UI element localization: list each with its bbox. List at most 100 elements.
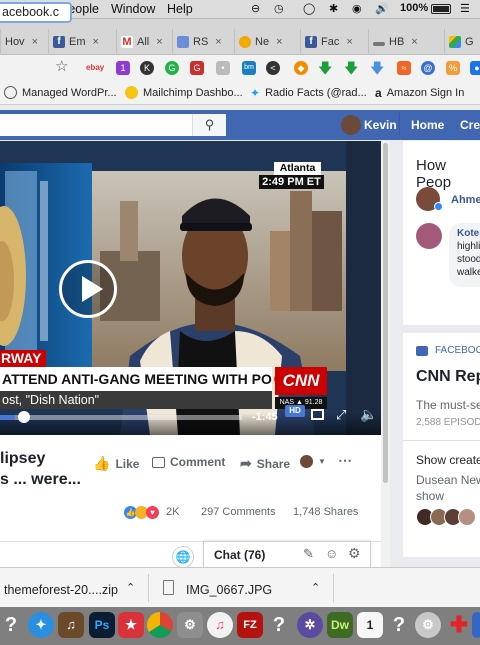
extension-icon[interactable]: K bbox=[140, 61, 154, 75]
scrollbar-thumb[interactable] bbox=[383, 143, 388, 483]
close-icon[interactable]: × bbox=[411, 36, 417, 48]
shares-count[interactable]: 1,748 Shares bbox=[293, 506, 358, 518]
chat-tab[interactable]: Chat (76) ✎ ☺ ⚙ bbox=[203, 541, 371, 567]
fullscreen-icon[interactable]: ⤢ bbox=[336, 407, 346, 423]
compose-icon[interactable]: ✎ bbox=[303, 546, 314, 562]
toggle-icon[interactable]: ◯ bbox=[303, 2, 315, 15]
battery-icon[interactable] bbox=[431, 4, 451, 14]
ebay-icon[interactable]: ebay bbox=[86, 61, 104, 75]
bookmark-amazon[interactable]: a Amazon Sign In bbox=[375, 86, 464, 100]
tab-4[interactable]: RS × bbox=[172, 29, 230, 55]
dreamweaver-icon[interactable]: Dw bbox=[327, 612, 353, 638]
menu-help[interactable]: Help bbox=[167, 2, 193, 16]
address-bar[interactable]: acebook.c bbox=[0, 2, 72, 23]
avatar[interactable] bbox=[341, 115, 361, 135]
reaction-icons[interactable]: 👍 ♥ bbox=[124, 506, 159, 519]
picture-in-picture-icon[interactable] bbox=[311, 409, 324, 420]
chevron-up-icon[interactable]: ⌃ bbox=[311, 581, 320, 594]
music-icon[interactable]: ♫ bbox=[207, 612, 233, 638]
menu-window[interactable]: Window bbox=[111, 2, 155, 16]
tab-2[interactable]: f Em × bbox=[48, 29, 110, 55]
time-machine-icon[interactable]: ◷ bbox=[274, 2, 284, 15]
bookmark-radio-facts[interactable]: ✦ Radio Facts (@rad... bbox=[250, 86, 367, 100]
extension-icon[interactable]: ◆ bbox=[294, 61, 308, 75]
do-not-disturb-icon[interactable]: ⊖ bbox=[251, 2, 260, 15]
tab-7[interactable]: HB × bbox=[368, 29, 440, 55]
page-scrollbar[interactable] bbox=[381, 141, 390, 567]
show-creator[interactable]: Dusean New bbox=[416, 473, 480, 487]
bookmark-star-icon[interactable]: ☆ bbox=[55, 57, 68, 75]
grammarly-icon[interactable]: G bbox=[165, 61, 179, 75]
download-arrow-icon[interactable]: 🡇 bbox=[318, 61, 332, 75]
bluetooth-icon[interactable]: ✱ bbox=[329, 2, 338, 15]
extension-icon[interactable]: bm bbox=[242, 61, 256, 75]
gear-icon[interactable]: ⚙ bbox=[348, 545, 361, 562]
question-mark-icon[interactable]: ? bbox=[386, 612, 412, 638]
comment-button[interactable]: Comment bbox=[152, 455, 225, 469]
menu-extra-icon[interactable]: ☰ bbox=[460, 2, 470, 15]
volume-icon[interactable]: 🔈 bbox=[360, 406, 377, 423]
close-icon[interactable]: × bbox=[215, 36, 221, 48]
tab-5[interactable]: Ne × bbox=[234, 29, 296, 55]
safari-icon[interactable]: ✦ bbox=[28, 612, 54, 638]
extension-icon[interactable]: % bbox=[446, 61, 460, 75]
bookmark-app-icon[interactable]: ★ bbox=[118, 612, 144, 638]
play-button[interactable] bbox=[59, 260, 117, 318]
comment-author[interactable]: Koter bbox=[457, 227, 480, 240]
close-icon[interactable]: × bbox=[93, 36, 99, 48]
chevron-up-icon[interactable]: ⌃ bbox=[126, 581, 135, 594]
calendar-icon[interactable]: 1 bbox=[357, 612, 383, 638]
progress-track[interactable] bbox=[0, 415, 242, 420]
avatar[interactable] bbox=[416, 223, 442, 249]
post-title-line1[interactable]: lipsey bbox=[0, 450, 45, 468]
download-arrow-icon[interactable]: 🡇 bbox=[344, 61, 358, 75]
share-icon[interactable]: < bbox=[266, 61, 280, 75]
reaction-count[interactable]: 2K bbox=[166, 506, 179, 518]
commenter-name[interactable]: Ahme bbox=[451, 194, 480, 206]
comments-count[interactable]: 297 Comments bbox=[201, 506, 276, 518]
cross-icon[interactable]: ✚ bbox=[446, 612, 472, 638]
create-link[interactable]: Crea bbox=[460, 118, 480, 132]
share-audience-selector[interactable]: ▼ bbox=[300, 455, 326, 468]
extension-icon[interactable]: G bbox=[190, 61, 204, 75]
photoshop-icon[interactable]: Ps bbox=[89, 612, 115, 638]
extension-icon[interactable]: • bbox=[216, 61, 230, 75]
app-icon[interactable] bbox=[472, 612, 480, 638]
like-button[interactable]: 👍 Like bbox=[93, 455, 139, 472]
extension-icon[interactable]: @ bbox=[421, 61, 435, 75]
question-mark-icon[interactable]: ? bbox=[0, 612, 24, 638]
tab-1[interactable]: Hov × bbox=[0, 29, 44, 55]
more-options-icon[interactable]: ⋯ bbox=[338, 452, 352, 469]
hd-badge[interactable]: HD bbox=[285, 405, 305, 417]
bookmark-mailchimp[interactable]: Mailchimp Dashbo... bbox=[125, 86, 243, 99]
robot-icon[interactable]: ⚙ bbox=[415, 612, 441, 638]
tab-3[interactable]: M All × bbox=[116, 29, 168, 55]
wifi-icon[interactable]: ◉ bbox=[352, 2, 362, 15]
extension-icon[interactable]: 1 bbox=[116, 61, 130, 75]
viewer-avatars[interactable] bbox=[416, 508, 476, 526]
profile-name-link[interactable]: Kevin bbox=[364, 118, 397, 132]
download-item[interactable]: IMG_0667.JPG bbox=[186, 583, 272, 597]
guitar-icon[interactable]: ♫ bbox=[58, 612, 84, 638]
filezilla-icon[interactable]: FZ bbox=[237, 612, 263, 638]
progress-handle[interactable] bbox=[17, 411, 30, 423]
question-mark-icon[interactable]: ? bbox=[266, 612, 292, 638]
close-icon[interactable]: × bbox=[276, 36, 282, 48]
close-icon[interactable]: × bbox=[156, 36, 162, 48]
home-link[interactable]: Home bbox=[411, 118, 444, 132]
tab-6[interactable]: f Fac × bbox=[300, 29, 362, 55]
chrome-icon[interactable] bbox=[147, 612, 173, 638]
download-item[interactable]: themeforest-20....zip bbox=[4, 583, 118, 597]
close-icon[interactable]: × bbox=[346, 36, 352, 48]
group-icon[interactable]: ☺ bbox=[325, 546, 338, 561]
search-icon[interactable]: ⚲ bbox=[192, 114, 226, 136]
show-title[interactable]: CNN Rep bbox=[416, 368, 480, 386]
telescope-icon[interactable]: ✲ bbox=[297, 612, 323, 638]
post-title-line2[interactable]: s ... were... bbox=[0, 471, 81, 489]
tab-8[interactable]: G bbox=[444, 29, 480, 55]
volume-icon[interactable]: 🔊 bbox=[375, 2, 389, 15]
globe-icon[interactable]: 🌐 bbox=[172, 546, 194, 568]
rss-icon[interactable]: ≈ bbox=[397, 61, 411, 75]
video-player[interactable]: Atlanta 2:49 PM ET RWAY ATTEND ANTI-GANG… bbox=[0, 141, 381, 435]
download-arrow-icon[interactable]: 🡇 bbox=[370, 61, 384, 75]
